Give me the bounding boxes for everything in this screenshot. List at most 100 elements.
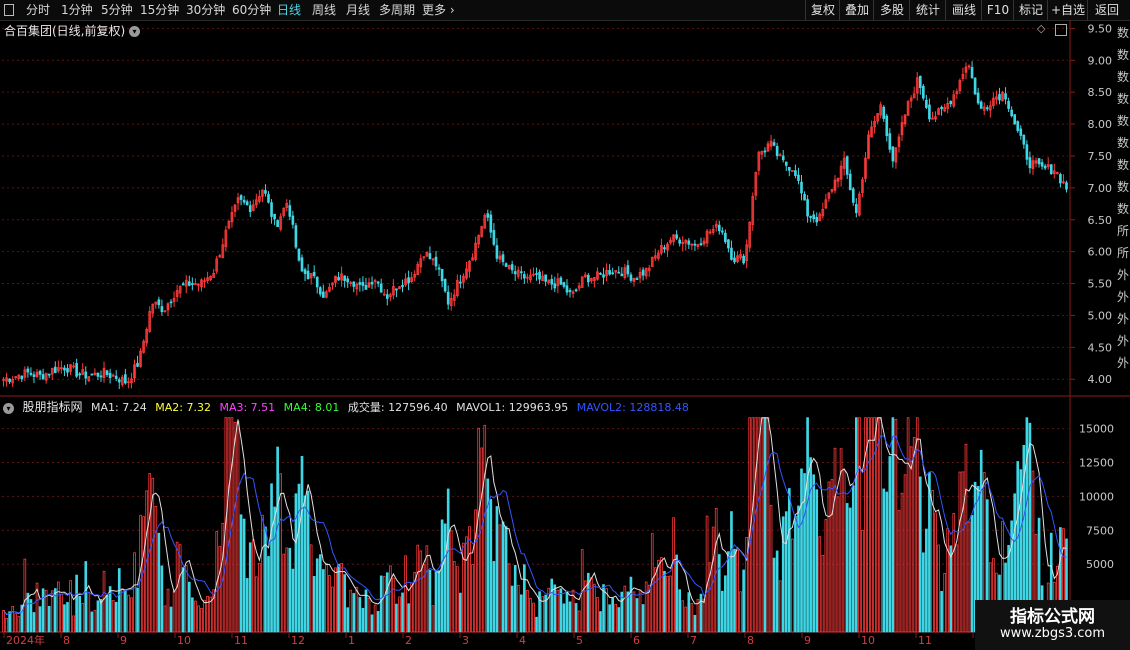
- multi-stock-button[interactable]: 多股: [873, 0, 910, 20]
- tab-1min[interactable]: 1分钟: [61, 0, 93, 20]
- volume-bar: [794, 516, 797, 633]
- stats-button[interactable]: 统计: [909, 0, 946, 20]
- volume-bar: [325, 563, 328, 633]
- volume-bar: [818, 536, 822, 633]
- candle-body: [492, 230, 496, 245]
- candle-body: [973, 77, 977, 95]
- volume-bar: [678, 589, 681, 633]
- mark-button[interactable]: 标记: [1013, 0, 1048, 20]
- tab-weekly[interactable]: 周线: [312, 0, 336, 20]
- overlay-button[interactable]: 叠加: [839, 0, 874, 20]
- candle-body: [891, 146, 895, 162]
- candle-body: [724, 232, 727, 243]
- indicator-menu-icon[interactable]: ▾: [3, 402, 14, 414]
- volume-bar: [501, 521, 505, 633]
- volume-bar: [638, 589, 642, 633]
- price-tick-label: 5.50: [1088, 278, 1113, 291]
- candle-body: [1065, 182, 1068, 190]
- candle-body: [855, 204, 858, 214]
- volume-bar: [946, 528, 950, 633]
- draw-line-button[interactable]: 画线: [945, 0, 982, 20]
- volume-bar: [733, 548, 736, 633]
- candle-body: [395, 288, 398, 291]
- candle-body: [1022, 134, 1026, 145]
- volume-bar: [629, 576, 633, 633]
- tab-15min[interactable]: 15分钟: [140, 0, 179, 20]
- volume-bar: [334, 567, 337, 633]
- fuquan-button[interactable]: 复权: [805, 0, 840, 20]
- tab-multi-period[interactable]: 多周期: [379, 0, 415, 20]
- volume-bar: [510, 585, 514, 633]
- chart-area[interactable]: 9.50 9.00 8.50 8.00 7.50 7.00 6.50 6.00 5.50 5.00…: [0, 20, 1130, 650]
- volume-bar: [385, 572, 389, 633]
- volume-bar: [894, 419, 898, 633]
- volume-bar: [492, 561, 496, 633]
- volume-bar: [172, 590, 176, 633]
- tab-60min[interactable]: 60分钟: [232, 0, 271, 20]
- candle-body: [538, 271, 541, 280]
- back-button[interactable]: 返回: [1087, 0, 1126, 20]
- menu-icon[interactable]: [4, 0, 18, 20]
- volume-bar: [367, 597, 371, 633]
- volume-bar: [23, 558, 27, 633]
- volume-bar: [382, 576, 386, 633]
- candle-body: [96, 372, 100, 377]
- volume-bar: [858, 417, 861, 633]
- volume-bar: [434, 570, 438, 633]
- panel-toggle-icon[interactable]: [1055, 24, 1067, 36]
- volume-bar: [781, 516, 785, 633]
- volume-bar: [63, 604, 66, 633]
- candle-body: [586, 274, 590, 283]
- volume-bar: [416, 544, 420, 633]
- volume-bar: [303, 495, 307, 633]
- volume-bar: [75, 574, 78, 633]
- volume-bar: [449, 530, 453, 633]
- volume-bar: [328, 575, 331, 633]
- volume-bar: [657, 559, 660, 633]
- volume-bar: [620, 591, 624, 633]
- candle-body: [976, 92, 980, 104]
- volume-bar: [264, 526, 267, 633]
- indicator-name[interactable]: 股朋指标网: [23, 400, 83, 414]
- candle-body: [337, 276, 340, 281]
- tab-30min[interactable]: 30分钟: [186, 0, 225, 20]
- volume-bar: [784, 511, 788, 633]
- tab-more[interactable]: 更多 ›: [422, 0, 455, 20]
- x-tick-label: 11: [918, 634, 932, 647]
- candle-body: [29, 372, 33, 375]
- tab-5min[interactable]: 5分钟: [101, 0, 133, 20]
- volume-bar: [599, 611, 602, 633]
- volume-bar: [696, 598, 700, 633]
- candle-body: [187, 281, 191, 286]
- volume-bar: [635, 598, 639, 633]
- candle-body: [346, 278, 350, 283]
- tab-daily[interactable]: 日线: [277, 0, 301, 20]
- tab-monthly[interactable]: 月线: [346, 0, 370, 20]
- side-column-char: 外: [1117, 356, 1130, 370]
- candle-body: [781, 155, 785, 161]
- chevron-down-icon[interactable]: ▾: [129, 26, 141, 37]
- diamond-icon[interactable]: ◇: [1037, 22, 1045, 35]
- volume-bar: [273, 506, 276, 633]
- f10-button[interactable]: F10: [981, 0, 1014, 20]
- candle-body: [803, 194, 806, 201]
- candle-body: [273, 213, 276, 220]
- candle-body: [358, 282, 362, 285]
- volume-bar: [949, 545, 953, 633]
- toolbar: 分时 1分钟 5分钟 15分钟 30分钟 60分钟 日线 周线 月线 多周期 更…: [0, 0, 1130, 21]
- candle-body: [53, 366, 57, 373]
- ma2-label: MA2: 7.32: [155, 401, 211, 414]
- volume-bar: [78, 595, 81, 633]
- candle-body: [699, 243, 703, 246]
- volume-bar: [300, 455, 304, 633]
- watermark-title: 指标公式网: [1010, 607, 1095, 627]
- volume-bar: [912, 437, 916, 633]
- candle-body: [489, 214, 493, 233]
- volume-bar: [11, 606, 14, 633]
- volume-bar: [669, 575, 672, 633]
- volume-bar: [60, 593, 63, 633]
- candle-body: [385, 294, 389, 299]
- candle-body: [300, 257, 304, 272]
- add-watchlist-button[interactable]: +自选: [1047, 0, 1088, 20]
- tab-fenshi[interactable]: 分时: [26, 0, 50, 20]
